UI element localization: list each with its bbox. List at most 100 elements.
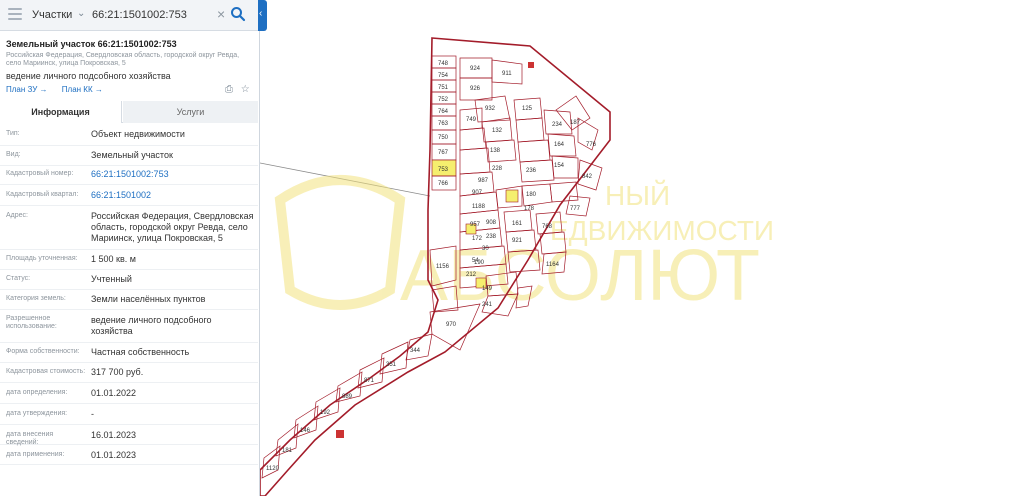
svg-text:776: 776 bbox=[586, 142, 597, 148]
svg-text:750: 750 bbox=[438, 135, 449, 141]
map-view[interactable]: НЫЙ ЕДВИЖИМОСТИ АБСОЛЮТ 748 754 751 752 … bbox=[260, 0, 1024, 496]
field-row-type: Тип: Объект недвижимости bbox=[0, 124, 258, 146]
svg-text:871: 871 bbox=[364, 378, 375, 384]
layer-select[interactable]: Участки bbox=[32, 9, 72, 21]
search-input[interactable] bbox=[92, 7, 212, 23]
svg-text:1164: 1164 bbox=[546, 262, 560, 268]
field-label: дата утверждения: bbox=[6, 410, 68, 417]
field-label: Кадастровый номер: bbox=[6, 170, 74, 177]
object-title: Земельный участок 66:21:1501002:753 bbox=[6, 39, 177, 49]
chevron-left-icon: ‹ bbox=[259, 8, 263, 19]
field-value: 01.01.2022 bbox=[91, 388, 137, 398]
watermark: НЫЙ ЕДВИЖИМОСТИ АБСОЛЮТ bbox=[274, 175, 774, 316]
svg-text:753: 753 bbox=[438, 167, 449, 173]
field-row-ownership: Форма собственности: Частная собственнос… bbox=[0, 343, 258, 363]
svg-text:767: 767 bbox=[438, 150, 449, 156]
svg-text:752: 752 bbox=[438, 97, 449, 103]
field-value: Российская Федерация, Свердловская облас… bbox=[91, 211, 254, 243]
plan-zu-link[interactable]: План ЗУ → bbox=[6, 85, 48, 94]
field-row-date-determined: дата определения: 01.01.2022 bbox=[0, 383, 258, 404]
field-label: Адрес: bbox=[6, 212, 28, 219]
menu-icon[interactable] bbox=[8, 8, 22, 22]
action-icons: ⎙ ☆ bbox=[220, 84, 250, 95]
svg-text:766: 766 bbox=[438, 181, 449, 187]
collapse-panel-button[interactable]: ‹ bbox=[258, 0, 267, 31]
svg-text:777: 777 bbox=[570, 206, 581, 212]
cadastral-number-link[interactable]: 66:21:1501002:753 bbox=[91, 169, 255, 180]
field-value: Земельный участок bbox=[91, 150, 173, 160]
svg-text:181: 181 bbox=[282, 448, 293, 454]
svg-text:125: 125 bbox=[522, 106, 533, 112]
field-row-area: Площадь уточненная: 1 500 кв. м bbox=[0, 250, 258, 270]
svg-text:172: 172 bbox=[472, 236, 483, 242]
watermark-line1: НЫЙ bbox=[605, 180, 670, 211]
tab-info[interactable]: Информация bbox=[0, 101, 122, 123]
svg-text:149: 149 bbox=[482, 286, 493, 292]
svg-text:764: 764 bbox=[438, 109, 449, 115]
star-icon[interactable]: ☆ bbox=[241, 84, 250, 95]
field-row-cadastral-quarter: Кадастровый квартал: 66:21:1501002 bbox=[0, 185, 258, 206]
svg-text:926: 926 bbox=[470, 86, 481, 92]
object-address: Российская Федерация, Свердловская облас… bbox=[6, 52, 240, 67]
field-label: Статус: bbox=[6, 275, 31, 282]
svg-text:751: 751 bbox=[438, 85, 449, 91]
info-panel: Участки ⌄ × Земельный участок 66:21:1501… bbox=[0, 0, 260, 496]
field-label: Разрешенное использование: bbox=[6, 315, 57, 330]
svg-text:932: 932 bbox=[485, 106, 496, 112]
svg-text:889: 889 bbox=[342, 394, 353, 400]
svg-text:957: 957 bbox=[470, 222, 481, 228]
svg-text:987: 987 bbox=[478, 178, 489, 184]
svg-text:907: 907 bbox=[472, 190, 483, 196]
plan-links: План ЗУ → План КК → bbox=[6, 85, 115, 94]
cadastral-quarter-link[interactable]: 66:21:1501002 bbox=[91, 190, 255, 201]
field-row-status: Статус: Учтенный bbox=[0, 270, 258, 290]
svg-text:180: 180 bbox=[526, 192, 537, 198]
svg-text:924: 924 bbox=[470, 66, 481, 72]
marker-icon bbox=[528, 62, 534, 68]
cadastral-map[interactable]: НЫЙ ЕДВИЖИМОСТИ АБСОЛЮТ 748 754 751 752 … bbox=[260, 0, 1024, 496]
svg-text:748: 748 bbox=[438, 61, 449, 67]
field-label: дата определения: bbox=[6, 389, 68, 396]
field-label: Кадастровый квартал: bbox=[6, 191, 79, 198]
field-value: 1 500 кв. м bbox=[91, 254, 136, 264]
plan-kk-link[interactable]: План КК → bbox=[62, 85, 103, 94]
svg-text:1120: 1120 bbox=[266, 466, 280, 472]
tabs: Информация Услуги bbox=[0, 101, 258, 123]
field-label: Вид: bbox=[6, 151, 21, 158]
field-value: 16.01.2023 bbox=[91, 430, 137, 440]
chevron-down-icon[interactable]: ⌄ bbox=[77, 8, 85, 19]
field-row-kind: Вид: Земельный участок bbox=[0, 146, 258, 166]
svg-text:908: 908 bbox=[486, 220, 497, 226]
field-row-date-applied: дата применения: 01.01.2023 bbox=[0, 445, 258, 465]
watermark-big: АБСОЛЮТ bbox=[400, 236, 760, 316]
svg-text:138: 138 bbox=[490, 148, 501, 154]
tab-services[interactable]: Услуги bbox=[123, 101, 258, 123]
marker-icon bbox=[336, 430, 344, 438]
svg-text:164: 164 bbox=[554, 142, 565, 148]
field-value: 01.01.2023 bbox=[91, 450, 137, 460]
field-value: Учтенный bbox=[91, 274, 132, 284]
field-value: Частная собственность bbox=[91, 347, 190, 357]
object-usage: ведение личного подсобного хозяйства bbox=[6, 71, 171, 81]
field-label: Площадь уточненная: bbox=[6, 255, 78, 262]
field-label: Форма собственности: bbox=[6, 348, 80, 355]
svg-text:234: 234 bbox=[552, 122, 563, 128]
svg-text:161: 161 bbox=[512, 221, 523, 227]
watermark-emblem-icon bbox=[274, 175, 406, 310]
field-value: 317 700 руб. bbox=[91, 367, 144, 377]
search-icon[interactable] bbox=[230, 6, 246, 22]
field-row-date-entered: дата внесения сведений: 16.01.2023 bbox=[0, 425, 258, 446]
add-to-print-icon[interactable]: ⎙ bbox=[225, 84, 233, 95]
field-row-date-approved: дата утверждения: - bbox=[0, 404, 258, 425]
field-row-permitted-use: Разрешенное использование: ведение лично… bbox=[0, 310, 258, 343]
svg-text:351: 351 bbox=[386, 362, 397, 368]
svg-text:132: 132 bbox=[492, 128, 503, 134]
svg-text:238: 238 bbox=[486, 234, 497, 240]
svg-text:192: 192 bbox=[320, 410, 331, 416]
svg-text:146: 146 bbox=[300, 428, 311, 434]
svg-text:344: 344 bbox=[410, 348, 421, 354]
svg-text:236: 236 bbox=[526, 168, 537, 174]
svg-text:842: 842 bbox=[582, 174, 593, 180]
svg-text:154: 154 bbox=[554, 163, 565, 169]
clear-icon[interactable]: × bbox=[217, 6, 225, 22]
